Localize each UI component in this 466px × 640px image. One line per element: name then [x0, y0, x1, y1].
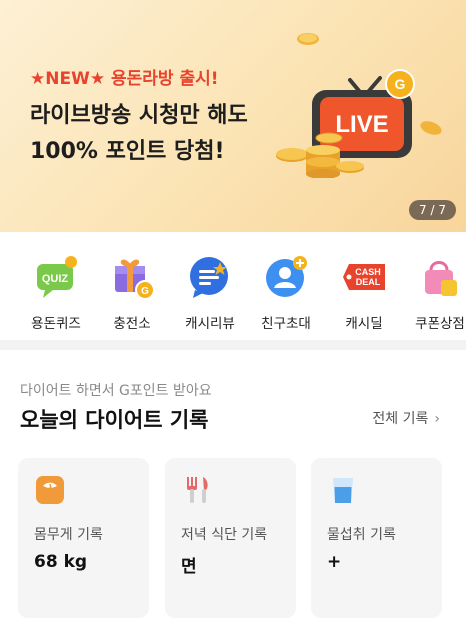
tile-value: 면: [181, 557, 197, 577]
menu-item-invite-friend[interactable]: 친구초대: [246, 254, 326, 332]
svg-text:DEAL: DEAL: [356, 277, 381, 287]
banner-title-line2: 100% 포인트 당첨!: [30, 139, 225, 164]
menu-item-cash-review[interactable]: 캐시리뷰: [170, 254, 250, 332]
weight-record-tile[interactable]: 몸무게 기록 68 kg: [18, 458, 149, 618]
banner-subtitle: ★NEW★ 용돈라방 출시!: [30, 69, 219, 89]
svg-text:G: G: [141, 286, 149, 297]
menu-item-cash-deal[interactable]: CASH DEAL 캐시딜: [324, 254, 404, 332]
tile-value: 68 kg: [34, 552, 88, 572]
menu-label: 친구초대: [261, 316, 311, 332]
menu-label: 캐시리뷰: [185, 316, 235, 332]
dinner-meal-record-tile[interactable]: 저녁 식단 기록 면: [165, 458, 296, 618]
water-cup-icon: [333, 478, 353, 503]
menu-item-coupon-shop[interactable]: 쿠폰상점: [400, 254, 466, 332]
fork-knife-icon: [187, 477, 208, 503]
tile-label: 물섭취 기록: [327, 527, 396, 543]
view-all-records-link[interactable]: 전체 기록 ›: [372, 408, 440, 428]
g-coin-icon: G: [385, 69, 415, 99]
invite-friend-icon: [266, 256, 307, 297]
promo-banner[interactable]: ★NEW★ 용돈라방 출시! 라이브방송 시청만 해도 100% 포인트 당첨!…: [0, 0, 466, 232]
tile-label: 저녁 식단 기록: [181, 527, 268, 543]
cash-deal-icon: CASH DEAL: [343, 264, 385, 290]
menu-label: 충전소: [113, 316, 151, 332]
menu-item-quiz[interactable]: QUIZ 용돈퀴즈: [16, 254, 96, 332]
tile-value: +: [327, 552, 342, 572]
diet-heading: 오늘의 다이어트 기록: [20, 408, 209, 432]
coin-icon: [315, 132, 343, 144]
coupon-shop-icon: [425, 261, 457, 296]
svg-text:QUIZ: QUIZ: [42, 273, 69, 285]
diet-record-section: 다이어트 하면서 G포인트 받아요 오늘의 다이어트 기록 전체 기록 › 몸무게…: [0, 350, 466, 640]
banner-title-line1: 라이브방송 시청만 해도: [30, 103, 248, 128]
menu-item-charging-station[interactable]: G 충전소: [92, 254, 172, 332]
menu-label: 쿠폰상점: [415, 316, 465, 332]
coin-icon: [297, 33, 319, 45]
coin-icon: [420, 121, 442, 135]
review-chat-icon: [190, 257, 228, 298]
diet-caption: 다이어트 하면서 G포인트 받아요: [20, 383, 212, 399]
banner-title: 라이브방송 시청만 해도 100% 포인트 당첨!: [30, 98, 290, 170]
tile-label: 몸무게 기록: [34, 527, 103, 543]
menu-label: 캐시딜: [345, 316, 383, 332]
shortcut-menu: QUIZ 용돈퀴즈 G 충전소 캐시리뷰 친구초대 CASH DEAL 캐시딜 …: [0, 232, 466, 340]
quiz-icon: QUIZ: [37, 256, 77, 298]
scale-icon: [36, 476, 64, 504]
view-all-label: 전체 기록: [372, 411, 429, 427]
svg-text:CASH: CASH: [355, 267, 381, 277]
menu-label: 용돈퀴즈: [31, 316, 81, 332]
water-intake-record-tile[interactable]: 물섭취 기록 +: [311, 458, 442, 618]
banner-page-counter: 7 / 7: [409, 200, 456, 220]
chevron-right-icon: ›: [434, 411, 440, 427]
gift-icon: G: [115, 259, 155, 300]
svg-text:G: G: [395, 76, 406, 92]
